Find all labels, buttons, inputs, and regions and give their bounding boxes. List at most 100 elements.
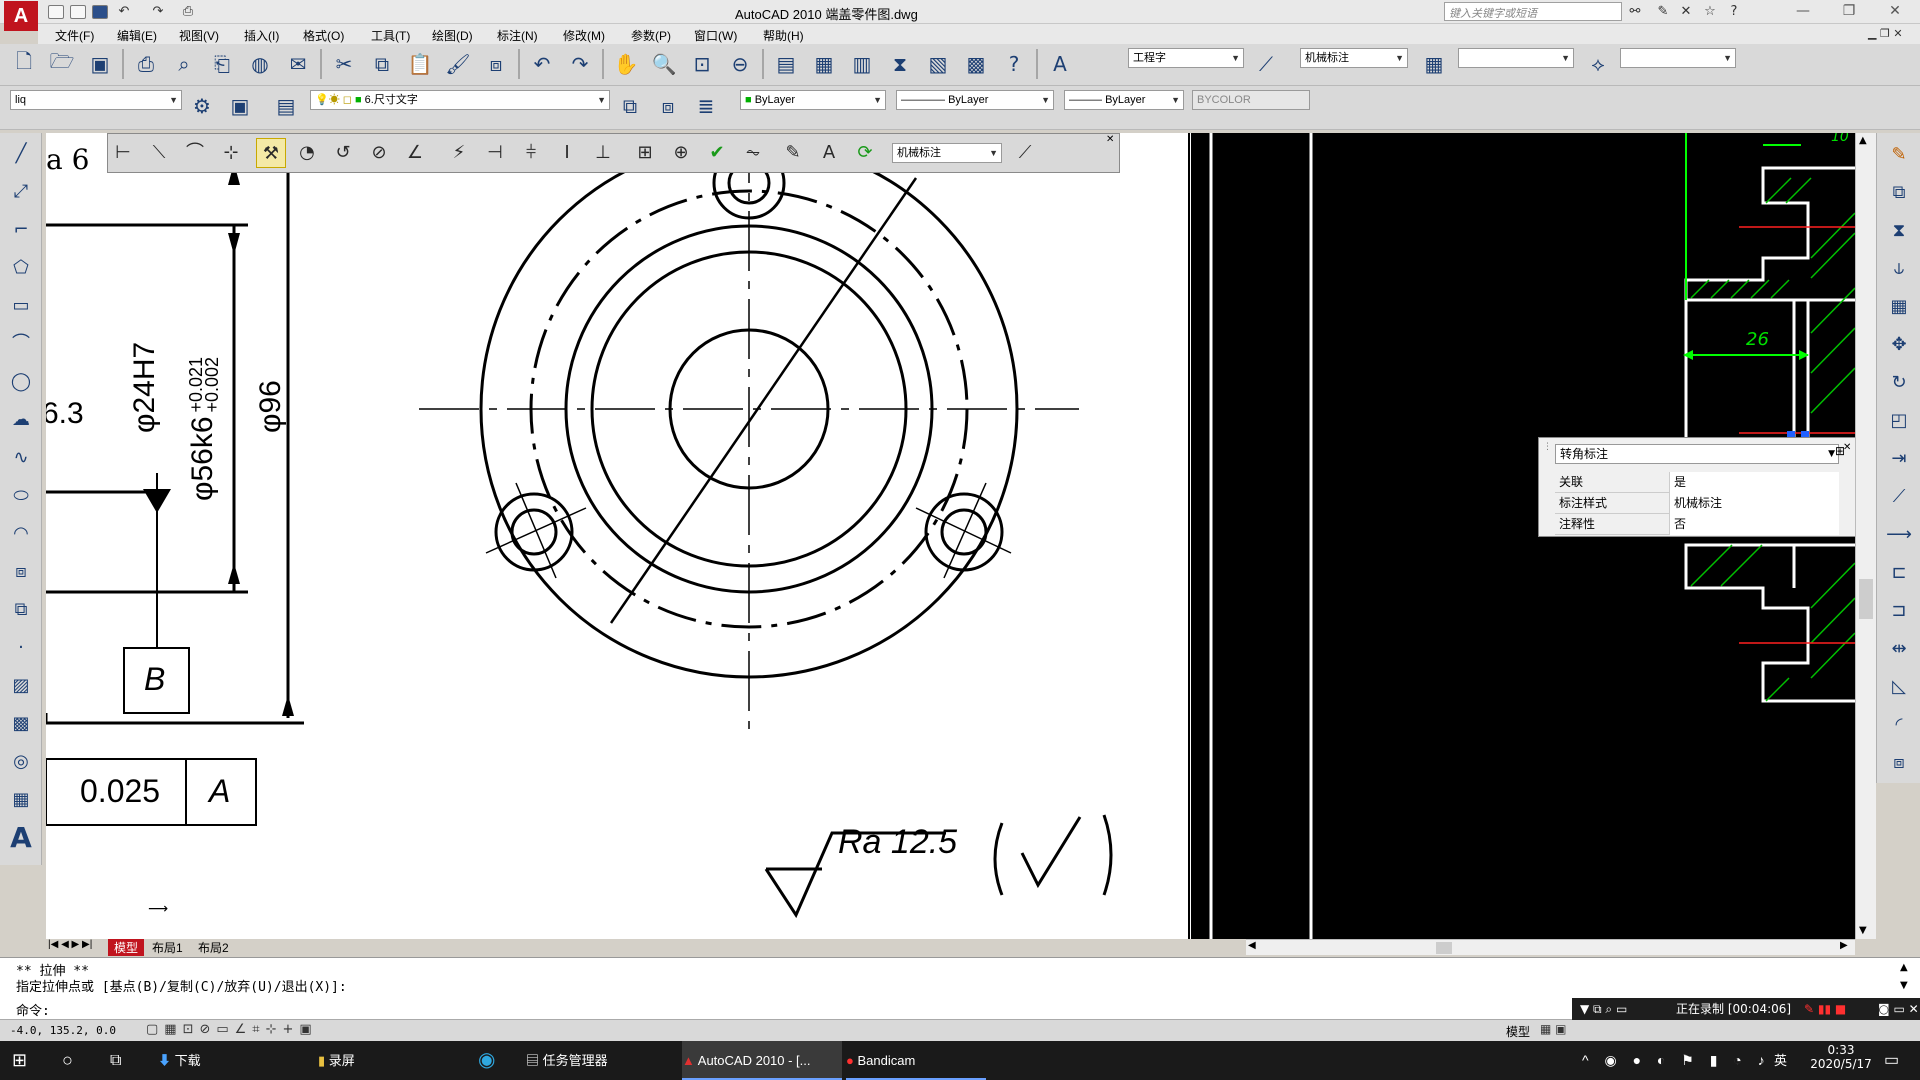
- tab-layout2[interactable]: 布局2: [198, 939, 229, 956]
- copy-object-icon[interactable]: ⧉: [1883, 177, 1915, 209]
- tolerance-icon[interactable]: ⊞: [630, 138, 660, 168]
- baseline-dim-icon[interactable]: ⊣: [480, 138, 510, 168]
- dim-style-icon[interactable]: ⟋: [1250, 48, 1282, 80]
- block-editor-icon[interactable]: ⧈: [480, 48, 512, 80]
- vertical-scrollbar[interactable]: ▲ ▼: [1855, 133, 1876, 939]
- circle-icon[interactable]: ◯: [6, 367, 36, 397]
- multileader-style-select[interactable]: ▼: [1620, 48, 1736, 68]
- jogged-linear-icon[interactable]: ⏦: [738, 138, 768, 168]
- table-style-select[interactable]: ▼: [1458, 48, 1574, 68]
- scroll-left-icon[interactable]: ◀: [1248, 940, 1256, 951]
- redo-icon[interactable]: ↷: [150, 4, 166, 20]
- cmd-scroll-up-icon[interactable]: ▲: [1900, 962, 1908, 973]
- properties-icon[interactable]: ▤: [770, 48, 802, 80]
- restore-button[interactable]: ❐: [1832, 0, 1866, 24]
- toolbar-close-icon[interactable]: ✕: [1106, 134, 1114, 145]
- cmd-scroll-down-icon[interactable]: ▼: [1900, 980, 1908, 991]
- table-style-icon[interactable]: ▦: [1418, 48, 1450, 80]
- tab-nav-arrows[interactable]: |◀ ◀ ▶ ▶|: [48, 939, 92, 950]
- mdi-controls[interactable]: ▁ ❐ ✕: [1868, 27, 1903, 40]
- chamfer-icon[interactable]: ◺: [1883, 671, 1915, 703]
- help-toolbar-icon[interactable]: ?: [998, 48, 1030, 80]
- dwf-icon[interactable]: ◍: [244, 48, 276, 80]
- mtext-icon[interactable]: A: [6, 823, 36, 853]
- revision-cloud-icon[interactable]: ☁: [6, 405, 36, 435]
- polygon-icon[interactable]: ⬠: [6, 253, 36, 283]
- help-icon[interactable]: ?: [1726, 4, 1742, 20]
- region-icon[interactable]: ◎: [6, 747, 36, 777]
- construction-line-icon[interactable]: ⤢: [6, 177, 36, 207]
- layer-select[interactable]: 💡☀ ◻ ■ 6.尺寸文字 ▼: [310, 90, 610, 110]
- layer-previous-icon[interactable]: ⧈: [652, 90, 684, 122]
- plot-preview-icon[interactable]: ⌕: [168, 48, 200, 80]
- ellipse-icon[interactable]: ⬭: [6, 481, 36, 511]
- radius-dim-icon[interactable]: ◔: [292, 138, 322, 168]
- make-block-icon[interactable]: ⧉: [6, 595, 36, 625]
- cut-icon[interactable]: ✂: [328, 48, 360, 80]
- undo-icon[interactable]: ↶: [116, 4, 132, 20]
- mirror-icon[interactable]: ⧗: [1883, 215, 1915, 247]
- stretch-icon[interactable]: ⇥: [1883, 443, 1915, 475]
- dim-style-select[interactable]: 机械标注 ▼: [1300, 48, 1408, 68]
- continue-dim-icon[interactable]: ⫩: [516, 138, 546, 168]
- minimize-button[interactable]: —: [1786, 0, 1820, 24]
- rotate-icon[interactable]: ↻: [1883, 367, 1915, 399]
- arc-length-icon[interactable]: ⌒: [180, 138, 210, 168]
- print-icon[interactable]: ⎙: [180, 4, 196, 20]
- design-center-icon[interactable]: ▦: [808, 48, 840, 80]
- drawing-viewport[interactable]: a 6 φ24H7 φ56k6+0.021 +0.002 φ96 6.3 B 0.…: [46, 133, 1191, 939]
- zoom-realtime-icon[interactable]: 🔍: [648, 48, 680, 80]
- ime-indicator[interactable]: 英: [1774, 1041, 1787, 1080]
- menu-format[interactable]: 格式(O): [303, 27, 344, 44]
- system-tray-icons[interactable]: ^ ◉ ● ◐ ⚑ ▮ ◔ ♪: [1582, 1041, 1771, 1080]
- scroll-up-icon[interactable]: ▲: [1859, 135, 1867, 146]
- open-icon[interactable]: 🗁: [46, 48, 78, 80]
- taskbar-item-bandicam[interactable]: ● Bandicam: [846, 1041, 986, 1080]
- qnew-icon[interactable]: 🗋: [8, 48, 40, 80]
- prop-value[interactable]: 否: [1669, 514, 1839, 535]
- panel-close-icon[interactable]: ✕: [1843, 442, 1851, 453]
- trim-icon[interactable]: ⟋: [1883, 481, 1915, 513]
- rectangle-icon[interactable]: ▭: [6, 291, 36, 321]
- menu-window[interactable]: 窗口(W): [694, 27, 737, 44]
- dimedit-pen-icon[interactable]: ✎: [778, 138, 808, 168]
- menu-edit[interactable]: 编辑(E): [117, 27, 157, 44]
- plot-icon[interactable]: ⎙: [130, 48, 162, 80]
- binoculars-icon[interactable]: ⚯: [1627, 4, 1643, 20]
- insert-block-icon[interactable]: ⧈: [6, 557, 36, 587]
- open-file-icon[interactable]: [70, 5, 86, 19]
- break-at-point-icon[interactable]: ⊏: [1883, 557, 1915, 589]
- gradient-icon[interactable]: ▩: [6, 709, 36, 739]
- fillet-icon[interactable]: ◜: [1883, 709, 1915, 741]
- table-icon[interactable]: ▦: [6, 785, 36, 815]
- view-toggles[interactable]: ▦ ▣: [1540, 1022, 1567, 1036]
- undo-toolbar-icon[interactable]: ↶: [526, 48, 558, 80]
- quick-dim-icon[interactable]: ⚡: [444, 138, 474, 168]
- zoom-previous-icon[interactable]: ⊖: [724, 48, 756, 80]
- menu-insert[interactable]: 插入(I): [244, 27, 279, 44]
- close-window-button[interactable]: ✕: [1878, 0, 1912, 24]
- paste-icon[interactable]: 📋: [404, 48, 436, 80]
- taskbar-item-task-manager[interactable]: ▤ 任务管理器: [526, 1041, 676, 1080]
- taskbar-item-downloads[interactable]: ⬇ 下载: [158, 1041, 298, 1080]
- markup-icon[interactable]: ▧: [922, 48, 954, 80]
- tool-palettes-icon[interactable]: ▥: [846, 48, 878, 80]
- etransmit-icon[interactable]: ✉: [282, 48, 314, 80]
- model-space-label[interactable]: 模型: [1506, 1023, 1530, 1040]
- scroll-down-icon[interactable]: ▼: [1859, 925, 1867, 936]
- redo-toolbar-icon[interactable]: ↷: [564, 48, 596, 80]
- make-current-layer-icon[interactable]: ⧉: [614, 90, 646, 122]
- layer-properties-icon[interactable]: ▤: [270, 90, 302, 122]
- move-icon[interactable]: ✥: [1883, 329, 1915, 361]
- notification-icon[interactable]: ▭: [1884, 1041, 1899, 1080]
- text-style-select[interactable]: 工程字 ▼: [1128, 48, 1244, 68]
- prop-row-dimstyle[interactable]: 标注样式 机械标注: [1555, 493, 1839, 514]
- copy-icon[interactable]: ⧉: [366, 48, 398, 80]
- edge-browser-icon[interactable]: ◉: [478, 1041, 495, 1080]
- taskbar-item-autocad[interactable]: ▲ AutoCAD 2010 - [...: [682, 1041, 842, 1080]
- spline-icon[interactable]: ∿: [6, 443, 36, 473]
- ordinate-dim-icon[interactable]: ⊹: [216, 138, 246, 168]
- prop-value[interactable]: 是: [1669, 472, 1839, 493]
- color-select[interactable]: ■ ByLayer ▼: [740, 90, 886, 110]
- join-icon[interactable]: ⇹: [1883, 633, 1915, 665]
